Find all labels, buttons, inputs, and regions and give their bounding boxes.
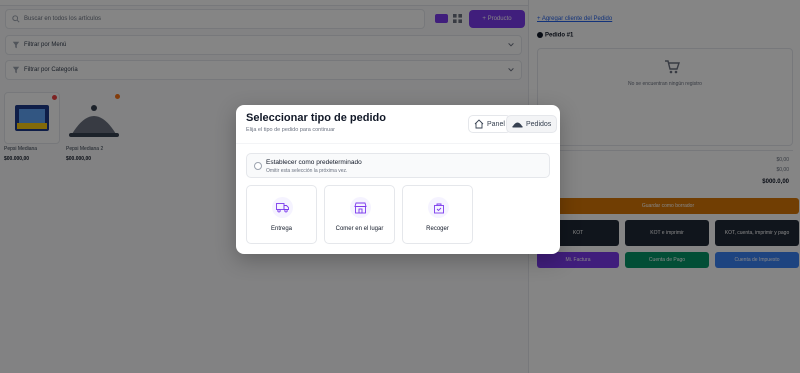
- set-default-option[interactable]: Establecer como predeterminado Omitir es…: [246, 153, 550, 178]
- tab-orders[interactable]: Pedidos: [506, 115, 558, 133]
- delivery-label: Entrega: [270, 226, 292, 232]
- modal-subtitle: Elija el tipo de pedido para continuar: [246, 127, 335, 133]
- store-icon-wrap: [350, 197, 371, 218]
- modal-header: Seleccionar tipo de pedido Elija el tipo…: [236, 105, 560, 143]
- bag-icon-wrap: [428, 197, 449, 218]
- truck-icon: [276, 203, 289, 213]
- modal-title: Seleccionar tipo de pedido: [246, 112, 386, 124]
- truck-icon-wrap: [272, 197, 293, 218]
- set-default-hint: Omitir esta selección la próxima vez.: [266, 168, 348, 174]
- tab-panel-label: Panel: [487, 120, 505, 128]
- pickup-option[interactable]: Recoger: [402, 185, 473, 244]
- store-icon: [354, 202, 367, 213]
- tab-panel[interactable]: Panel: [468, 115, 511, 133]
- cloche-icon: [512, 122, 523, 128]
- order-type-modal: Seleccionar tipo de pedido Elija el tipo…: [236, 105, 560, 254]
- tab-orders-label: Pedidos: [526, 120, 552, 128]
- dine-in-label: Comer en el lugar: [335, 226, 384, 232]
- modal-divider: [236, 143, 560, 144]
- delivery-option[interactable]: Entrega: [246, 185, 317, 244]
- bag-icon: [433, 203, 444, 213]
- set-default-radio[interactable]: [254, 162, 262, 170]
- home-icon: [474, 119, 484, 129]
- set-default-label: Establecer como predeterminado: [266, 159, 362, 166]
- pickup-label: Recoger: [426, 226, 449, 232]
- dine-in-option[interactable]: Comer en el lugar: [324, 185, 395, 244]
